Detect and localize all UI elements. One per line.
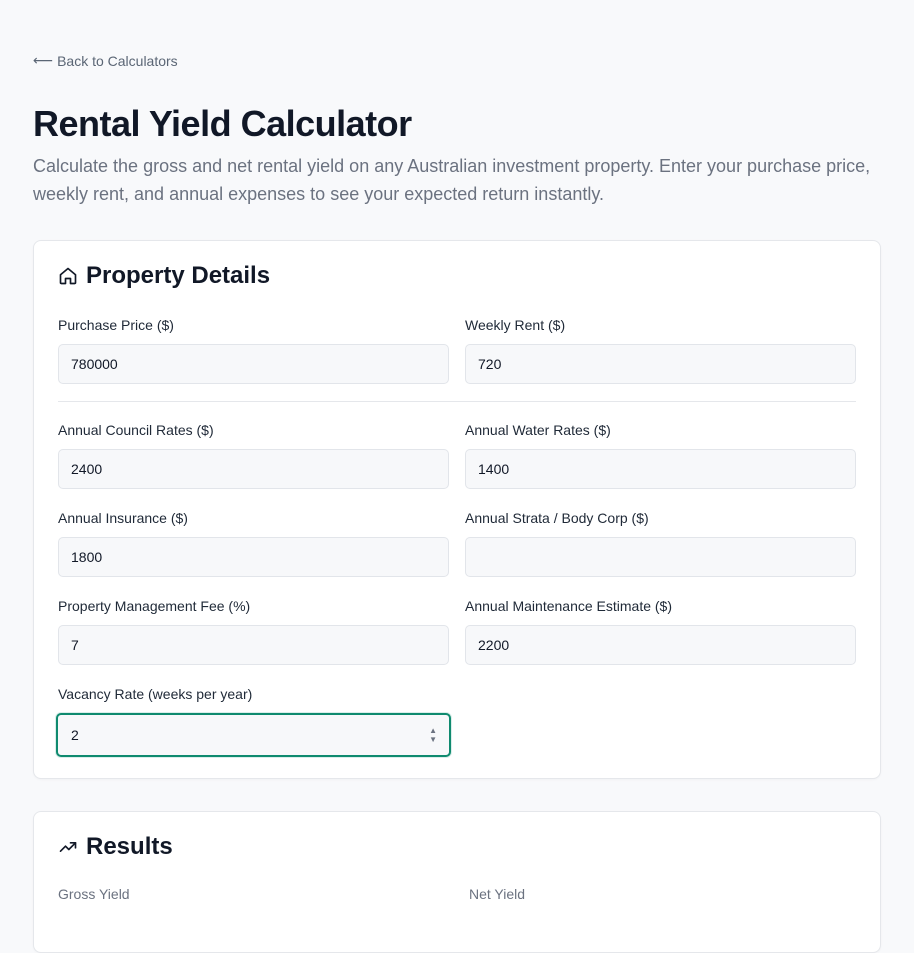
- council-rates-value: 2400: [71, 461, 103, 477]
- section-divider: [58, 401, 856, 402]
- management-fee-field: Property Management Fee (%) 7: [58, 598, 449, 665]
- management-fee-input[interactable]: 7: [58, 625, 449, 665]
- weekly-rent-value: 720: [478, 356, 502, 372]
- results-title: Results: [86, 833, 173, 860]
- council-rates-field: Annual Council Rates ($) 2400: [58, 422, 449, 489]
- water-rates-input[interactable]: 1400: [465, 449, 856, 489]
- council-rates-label: Annual Council Rates ($): [58, 422, 214, 438]
- property-details-card: Property Details Purchase Price ($) 7800…: [33, 240, 881, 779]
- spin-down-icon[interactable]: ▼: [429, 735, 437, 744]
- council-rates-input[interactable]: 2400: [58, 449, 449, 489]
- purchase-price-input[interactable]: 780000: [58, 344, 449, 384]
- maintenance-label: Annual Maintenance Estimate ($): [465, 598, 672, 614]
- weekly-rent-field: Weekly Rent ($) 720: [465, 317, 856, 384]
- water-rates-value: 1400: [478, 461, 510, 477]
- back-link-label: Back to Calculators: [57, 52, 178, 69]
- property-details-heading: Property Details: [58, 262, 270, 290]
- water-rates-field: Annual Water Rates ($) 1400: [465, 422, 856, 489]
- purchase-price-value: 780000: [71, 356, 118, 372]
- strata-label: Annual Strata / Body Corp ($): [465, 510, 649, 526]
- maintenance-value: 2200: [478, 637, 510, 653]
- gross-yield-label: Gross Yield: [58, 886, 130, 902]
- weekly-rent-label: Weekly Rent ($): [465, 317, 566, 333]
- purchase-price-field: Purchase Price ($) 780000: [58, 317, 449, 384]
- spin-up-icon[interactable]: ▲: [429, 726, 437, 735]
- strata-field: Annual Strata / Body Corp ($): [465, 510, 856, 577]
- vacancy-value: 2: [71, 727, 79, 743]
- insurance-value: 1800: [71, 549, 103, 565]
- back-to-calculators-link[interactable]: ⟵ Back to Calculators: [33, 52, 178, 69]
- trending-up-icon: [59, 842, 77, 852]
- results-heading: Results: [58, 833, 173, 861]
- water-rates-label: Annual Water Rates ($): [465, 422, 611, 438]
- net-yield-label: Net Yield: [469, 886, 526, 902]
- property-details-title: Property Details: [86, 262, 271, 289]
- vacancy-label: Vacancy Rate (weeks per year): [58, 686, 253, 702]
- vacancy-field: Vacancy Rate (weeks per year) 2 ▲ ▼: [56, 686, 451, 757]
- arrow-left-icon: ⟵: [33, 52, 54, 68]
- insurance-field: Annual Insurance ($) 1800: [58, 510, 449, 577]
- insurance-input[interactable]: 1800: [58, 537, 449, 577]
- results-card: Results Gross Yield Net Yield: [33, 811, 881, 953]
- page-title: Rental Yield Calculator: [33, 103, 412, 144]
- maintenance-field: Annual Maintenance Estimate ($) 2200: [465, 598, 856, 665]
- weekly-rent-input[interactable]: 720: [465, 344, 856, 384]
- home-icon: [59, 267, 77, 285]
- maintenance-input[interactable]: 2200: [465, 625, 856, 665]
- management-fee-value: 7: [71, 637, 79, 653]
- page-description: Calculate the gross and net rental yield…: [33, 156, 871, 204]
- vacancy-input[interactable]: 2 ▲ ▼: [56, 713, 451, 757]
- management-fee-label: Property Management Fee (%): [58, 598, 251, 614]
- purchase-price-label: Purchase Price ($): [58, 317, 174, 333]
- number-spinner[interactable]: ▲ ▼: [429, 726, 437, 744]
- strata-input[interactable]: [465, 537, 856, 577]
- insurance-label: Annual Insurance ($): [58, 510, 188, 526]
